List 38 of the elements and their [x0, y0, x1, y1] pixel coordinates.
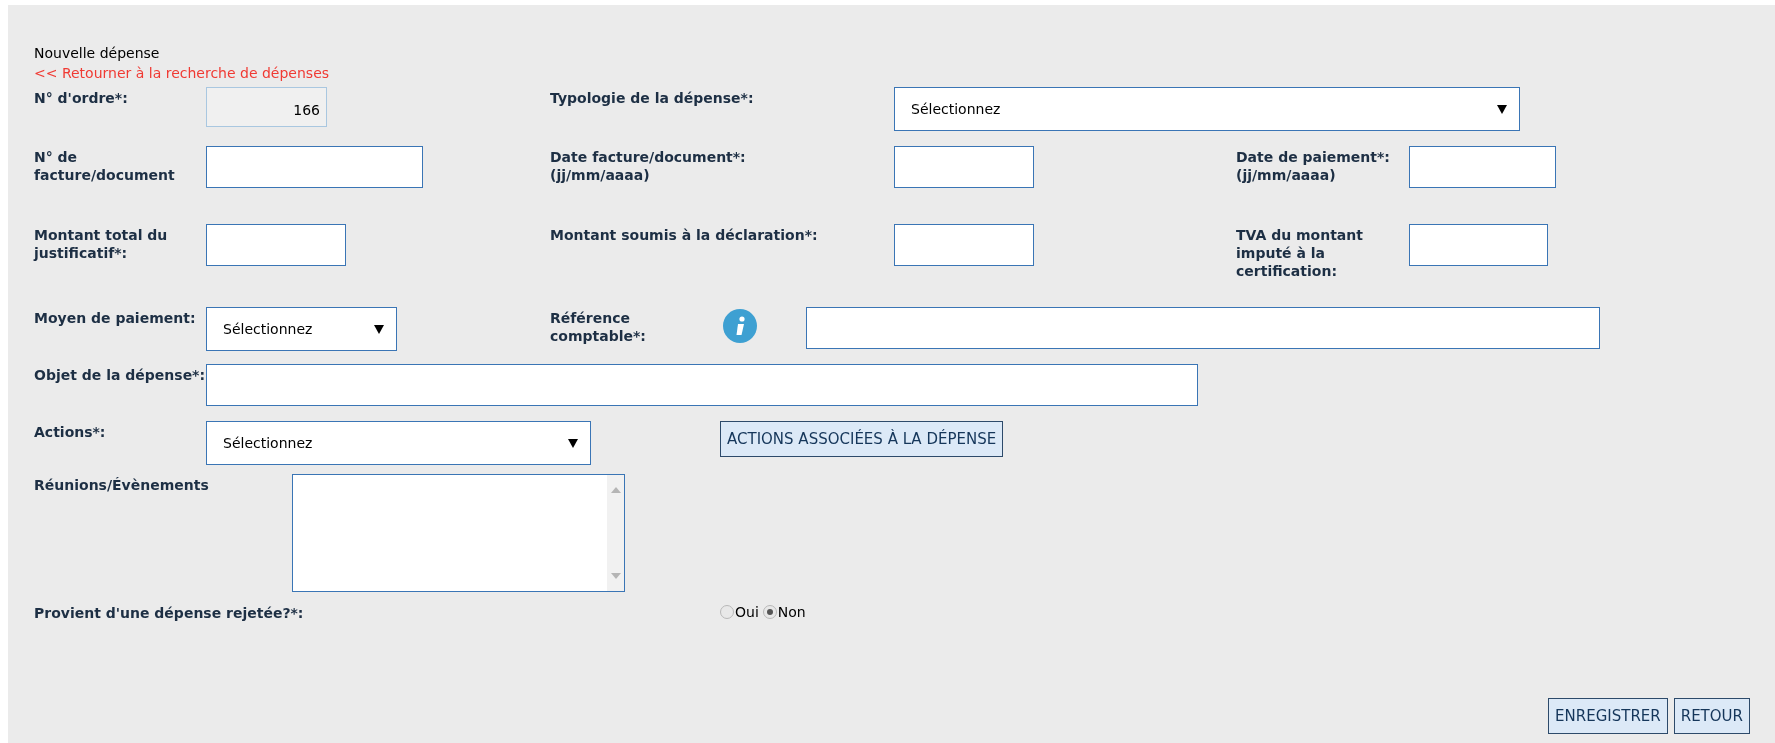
caret-icon: [568, 438, 578, 448]
page-title: Nouvelle dépense: [34, 44, 160, 63]
actions-select[interactable]: Sélectionnez: [206, 421, 591, 465]
vat-field[interactable]: [1409, 224, 1548, 266]
typology-select[interactable]: Sélectionnez: [894, 87, 1520, 131]
payment-date-field[interactable]: [1409, 146, 1556, 188]
field-label: N° de facture/document: [34, 148, 176, 184]
field-label: TVA du montant imputé à la certification:: [1236, 226, 1364, 280]
field-label: Moyen de paiement:: [34, 309, 197, 327]
associated-actions-button[interactable]: ACTIONS ASSOCIÉES À LA DÉPENSE: [720, 421, 1004, 457]
radio-option[interactable]: Non: [762, 602, 806, 620]
text-area[interactable]: [292, 474, 625, 592]
field-label: N° d'ordre*:: [34, 89, 129, 107]
field-label: Réunions/Évènements: [34, 476, 210, 494]
field-label: Montant total du justificatif*:: [34, 226, 169, 262]
caret-icon: [374, 324, 384, 334]
total-amount-field[interactable]: [206, 224, 346, 266]
field-label: Référence comptable*:: [550, 309, 647, 345]
invoice-date-field[interactable]: [894, 146, 1034, 188]
field-label: Actions*:: [34, 423, 107, 441]
radio-option[interactable]: Oui: [720, 602, 759, 620]
field-label: Objet de la dépense*:: [34, 366, 206, 384]
declared-amount-field[interactable]: [894, 224, 1034, 266]
info-icon[interactable]: [723, 309, 757, 343]
field-label: Montant soumis à la déclaration*:: [550, 226, 819, 244]
date-format-hint: (jj/mm/aaaa): [1236, 166, 1337, 184]
back-button[interactable]: RETOUR: [1673, 698, 1750, 734]
invoice-number-field[interactable]: [206, 146, 423, 188]
date-format-hint: (jj/mm/aaaa): [550, 166, 651, 184]
field-label: Provient d'une dépense rejetée?*:: [34, 604, 305, 622]
expense-purpose-field[interactable]: [206, 364, 1198, 406]
payment-method-select[interactable]: Sélectionnez: [206, 307, 397, 351]
accounting-reference-field[interactable]: [806, 307, 1600, 349]
field-label: Date de paiement*:: [1236, 148, 1391, 166]
field-label: Date facture/document*:: [550, 148, 747, 166]
save-button[interactable]: ENREGISTRER: [1548, 698, 1668, 734]
field-label: Typologie de la dépense*:: [550, 89, 755, 107]
caret-icon: [1497, 104, 1507, 114]
